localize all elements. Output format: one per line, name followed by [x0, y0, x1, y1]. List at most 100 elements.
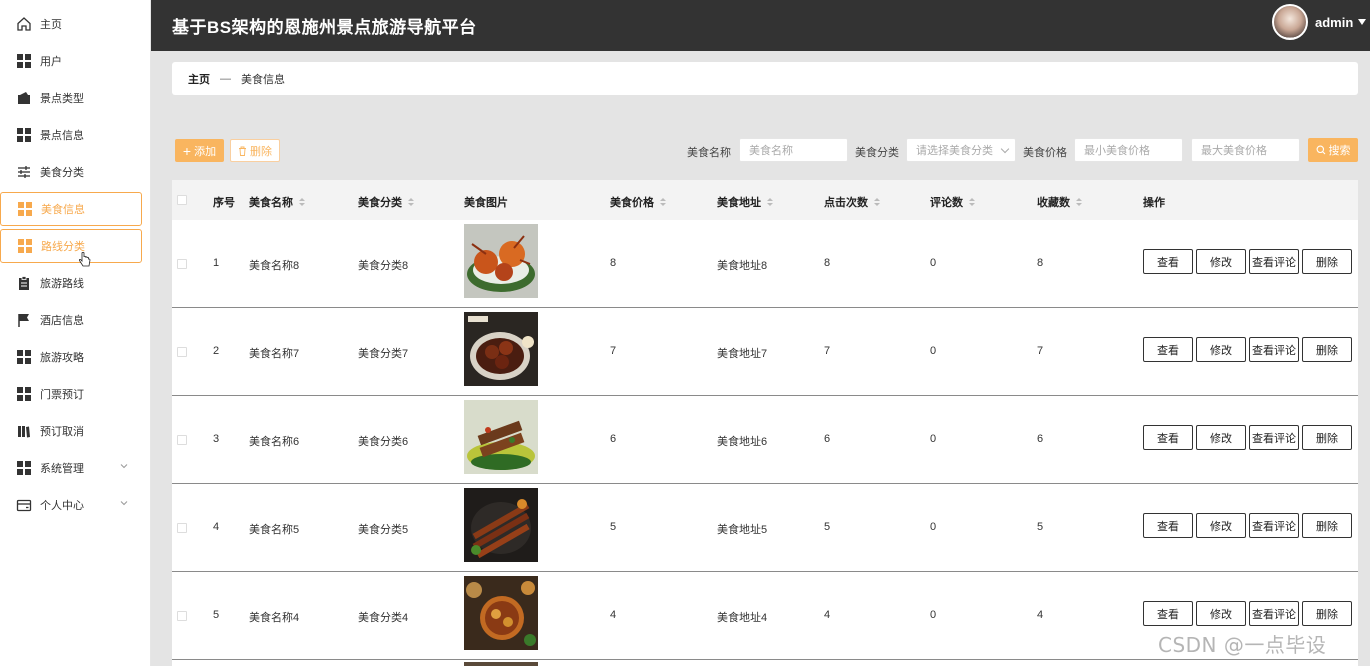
sidebar-item-label: 用户 [40, 56, 62, 68]
view-comments-button[interactable]: 查看评论 [1249, 601, 1299, 626]
cell-favorites: 8 [1037, 257, 1044, 269]
row-checkbox[interactable] [177, 347, 187, 357]
view-comments-button[interactable]: 查看评论 [1249, 337, 1299, 362]
sidebar-item-label: 门票预订 [40, 389, 84, 401]
sidebar-item-food-info[interactable]: 美食信息 [0, 192, 142, 226]
view-button[interactable]: 查看 [1143, 249, 1193, 274]
select-all-checkbox[interactable] [177, 195, 187, 205]
column-header-image: 美食图片 [464, 197, 508, 209]
food-category-select[interactable]: 请选择美食分类 [906, 138, 1016, 162]
delete-row-button[interactable]: 删除 [1302, 249, 1352, 274]
sidebar-item-users[interactable]: 用户 [0, 44, 142, 78]
column-header-name[interactable]: 美食名称 [249, 194, 305, 210]
column-header-address[interactable]: 美食地址 [717, 194, 773, 210]
table-row: 2 美食名称7 美食分类7 7 美食地址7 7 0 7 查看 修改 查看评论 删… [172, 308, 1358, 396]
food-image[interactable] [464, 576, 538, 650]
delete-row-button[interactable]: 删除 [1302, 425, 1352, 450]
cell-favorites: 5 [1037, 521, 1044, 533]
sidebar-item-travel-guide[interactable]: 旅游攻略 [0, 340, 142, 374]
view-button[interactable]: 查看 [1143, 337, 1193, 362]
sort-icon[interactable] [767, 197, 773, 207]
sidebar-item-label: 美食分类 [40, 167, 84, 179]
search-button[interactable]: 搜索 [1308, 138, 1358, 162]
chevron-down-icon [120, 464, 128, 469]
food-image[interactable] [464, 224, 538, 298]
cell-favorites: 4 [1037, 609, 1044, 621]
add-button[interactable]: + 添加 [175, 139, 224, 162]
sidebar-item-hotel-info[interactable]: 酒店信息 [0, 303, 142, 337]
view-button[interactable]: 查看 [1143, 425, 1193, 450]
sidebar-item-food-category[interactable]: 美食分类 [0, 155, 142, 189]
column-header-comments[interactable]: 评论数 [930, 194, 975, 210]
food-image[interactable] [464, 400, 538, 474]
sidebar-item-system-management[interactable]: 系统管理 [0, 451, 142, 485]
view-comments-button[interactable]: 查看评论 [1249, 249, 1299, 274]
food-category-placeholder: 请选择美食分类 [916, 145, 993, 157]
table-row: 3 美食名称6 美食分类6 6 美食地址6 6 0 6 查看 修改 查看评论 删… [172, 396, 1358, 484]
sidebar-item-scenic-info[interactable]: 景点信息 [0, 118, 142, 152]
edit-button[interactable]: 修改 [1196, 513, 1246, 538]
view-button[interactable]: 查看 [1143, 513, 1193, 538]
sidebar-item-route-category[interactable]: 路线分类 [0, 229, 142, 263]
search-button-label: 搜索 [1328, 145, 1351, 157]
view-comments-button[interactable]: 查看评论 [1249, 425, 1299, 450]
column-header-price[interactable]: 美食价格 [610, 194, 666, 210]
sort-icon[interactable] [299, 197, 305, 207]
grid-icon [16, 460, 32, 476]
cell-comments: 0 [930, 345, 937, 357]
delete-row-button[interactable]: 删除 [1302, 337, 1352, 362]
delete-button-label: 删除 [250, 145, 272, 158]
column-header-actions: 操作 [1143, 197, 1165, 209]
table-row: 1 美食名称8 美食分类8 8 美食地址8 8 0 8 查看 修改 查看评论 删… [172, 220, 1358, 308]
username[interactable]: admin [1315, 15, 1353, 30]
edit-button[interactable]: 修改 [1196, 425, 1246, 450]
sidebar-item-scenic-type[interactable]: 景点类型 [0, 81, 142, 115]
column-header-category[interactable]: 美食分类 [358, 194, 414, 210]
cell-name: 美食名称5 [249, 524, 300, 536]
edit-button[interactable]: 修改 [1196, 601, 1246, 626]
main-content: 主页 — 美食信息 + 添加 删除 美食名称 美食名称 美食分类 请选择美食分类… [151, 51, 1370, 666]
sidebar-item-travel-route[interactable]: 旅游路线 [0, 266, 142, 300]
cell-comments: 0 [930, 609, 937, 621]
column-header-clicks[interactable]: 点击次数 [824, 194, 880, 210]
row-checkbox[interactable] [177, 523, 187, 533]
cell-index: 3 [213, 433, 220, 445]
cell-address: 美食地址5 [717, 524, 768, 536]
sidebar-item-ticket-booking[interactable]: 门票预订 [0, 377, 142, 411]
sidebar-item-home[interactable]: 主页 [0, 7, 142, 41]
view-button[interactable]: 查看 [1143, 601, 1193, 626]
cell-clicks: 8 [824, 257, 831, 269]
table-row: 4 美食名称5 美食分类5 5 美食地址5 5 0 5 查看 修改 查看评论 删… [172, 484, 1358, 572]
price-max-input[interactable]: 最大美食价格 [1191, 138, 1300, 162]
view-comments-button[interactable]: 查看评论 [1249, 513, 1299, 538]
sort-icon[interactable] [874, 197, 880, 207]
row-checkbox[interactable] [177, 611, 187, 621]
cell-name: 美食名称4 [249, 612, 300, 624]
sidebar-item-booking-cancel[interactable]: 预订取消 [0, 414, 142, 448]
sort-icon[interactable] [1076, 197, 1082, 207]
sort-icon[interactable] [408, 197, 414, 207]
grid-icon [16, 127, 32, 143]
cell-price: 7 [610, 345, 617, 357]
sidebar-item-personal-center[interactable]: 个人中心 [0, 488, 142, 522]
sort-icon[interactable] [660, 197, 666, 207]
caret-down-icon[interactable] [1358, 19, 1366, 25]
cell-index: 4 [213, 521, 220, 533]
food-image[interactable] [464, 312, 538, 386]
food-name-input[interactable]: 美食名称 [739, 138, 848, 162]
edit-button[interactable]: 修改 [1196, 249, 1246, 274]
price-min-input[interactable]: 最小美食价格 [1074, 138, 1183, 162]
delete-button[interactable]: 删除 [230, 139, 280, 162]
row-checkbox[interactable] [177, 435, 187, 445]
avatar[interactable] [1272, 4, 1308, 40]
column-header-favorites[interactable]: 收藏数 [1037, 194, 1082, 210]
breadcrumb-home[interactable]: 主页 [188, 71, 210, 87]
edit-button[interactable]: 修改 [1196, 337, 1246, 362]
row-checkbox[interactable] [177, 259, 187, 269]
sidebar-item-label: 酒店信息 [40, 315, 84, 327]
food-image[interactable] [464, 488, 538, 562]
watermark: CSDN @一点毕设 [1158, 633, 1327, 657]
delete-row-button[interactable]: 删除 [1302, 513, 1352, 538]
delete-row-button[interactable]: 删除 [1302, 601, 1352, 626]
sort-icon[interactable] [969, 197, 975, 207]
